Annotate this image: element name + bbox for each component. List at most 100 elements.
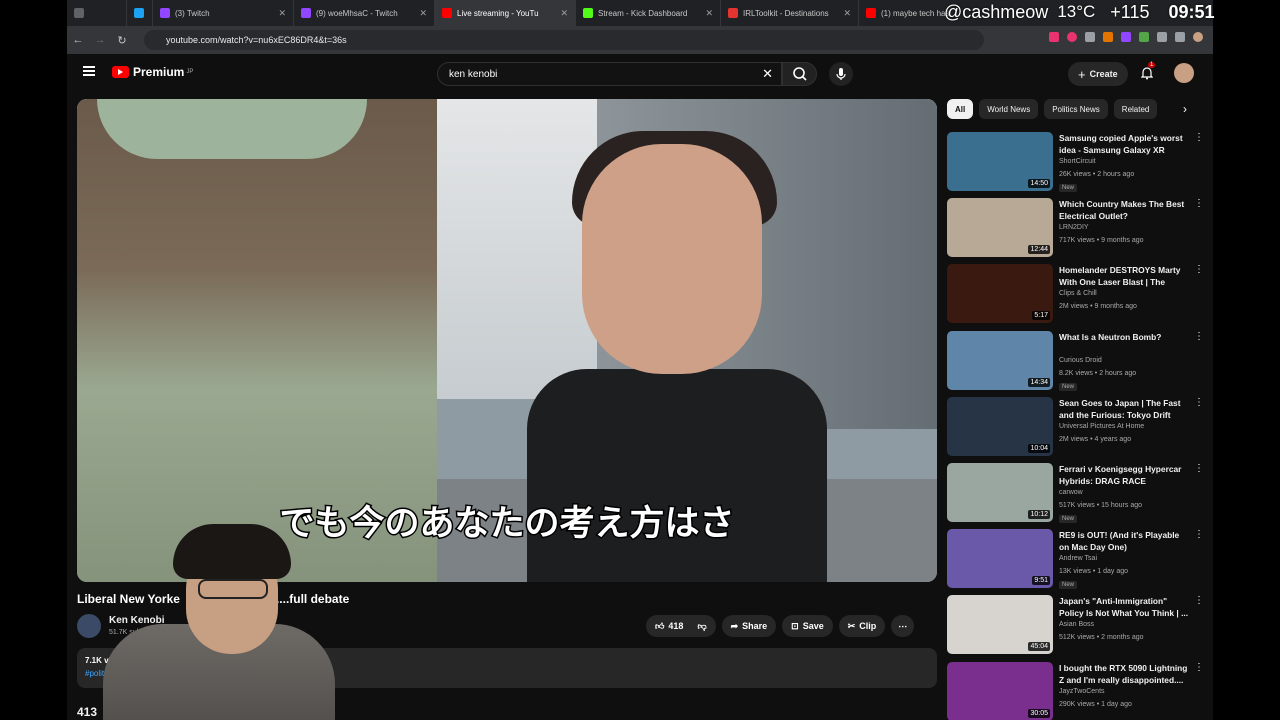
extension-icon[interactable] <box>1103 32 1113 42</box>
tab-5[interactable]: Stream - Kick Dashboard ✕ <box>576 0 721 26</box>
hamburger-menu-icon[interactable] <box>83 66 95 76</box>
more-options-icon[interactable]: ⋮ <box>1194 264 1204 275</box>
video-thumbnail[interactable]: 30:05 <box>947 661 1053 720</box>
account-avatar[interactable] <box>1174 63 1194 83</box>
recommendation-title[interactable]: I bought the RTX 5090 Lightning Z and I'… <box>1059 662 1189 686</box>
recommendation-channel[interactable]: carwow <box>1059 489 1083 496</box>
menu-icon[interactable] <box>1175 32 1185 42</box>
recommendation-channel[interactable]: Curious Droid <box>1059 357 1102 364</box>
more-options-icon[interactable]: ⋮ <box>1194 662 1204 673</box>
close-icon[interactable]: ✕ <box>705 8 713 19</box>
url-field[interactable]: youtube.com/watch?v=nu6xEC86DR4&t=36s <box>144 30 984 50</box>
recommendation-item[interactable]: 5:17 Homelander DESTROYS Marty With One L… <box>947 262 1207 328</box>
recommendation-title[interactable]: Which Country Makes The Best Electrical … <box>1059 198 1189 222</box>
video-thumbnail[interactable]: 12:44 <box>947 198 1053 258</box>
tab-1[interactable] <box>127 0 153 26</box>
recommendation-channel[interactable]: Andrew Tsai <box>1059 555 1097 562</box>
recommendation-channel[interactable]: Clips & Chill <box>1059 290 1097 297</box>
recommendation-title[interactable]: Samsung copied Apple's worst idea - Sams… <box>1059 132 1189 156</box>
recommendation-item[interactable]: 45:04 Japan's "Anti-Immigration" Policy I… <box>947 593 1207 659</box>
search-button[interactable] <box>782 62 817 86</box>
mute-icon[interactable]: ✕ <box>560 8 568 19</box>
more-options-icon[interactable]: ⋮ <box>1194 331 1204 342</box>
puzzle-icon[interactable] <box>1157 32 1167 42</box>
notifications-button[interactable]: 1 <box>1140 62 1156 80</box>
recommendation-channel[interactable]: LRN2DIY <box>1059 224 1089 231</box>
profile-icon[interactable] <box>1193 32 1203 42</box>
video-cap <box>97 99 367 159</box>
chip-related[interactable]: Related <box>1113 99 1158 119</box>
chevron-right-icon[interactable]: › <box>1183 102 1187 116</box>
create-button[interactable]: + Create <box>1068 62 1128 86</box>
extension-icon[interactable] <box>1049 32 1059 42</box>
video-thumbnail[interactable]: 10:12 <box>947 462 1053 522</box>
chip-politics-news[interactable]: Politics News <box>1044 99 1108 119</box>
close-icon[interactable]: ✕ <box>843 8 851 19</box>
recommendation-item[interactable]: 14:50 Samsung copied Apple's worst idea -… <box>947 130 1207 196</box>
share-icon: ➦ <box>730 620 739 631</box>
recommendation-title[interactable]: Ferrari v Koenigsegg Hypercar Hybrids: D… <box>1059 463 1189 487</box>
video-thumbnail[interactable]: 14:34 <box>947 330 1053 390</box>
chip-all[interactable]: All <box>947 99 974 119</box>
close-icon[interactable]: ✕ <box>278 8 286 19</box>
more-options-icon[interactable]: ⋮ <box>1194 463 1204 474</box>
recommendation-item[interactable]: 10:12 Ferrari v Koenigsegg Hypercar Hybri… <box>947 461 1207 527</box>
back-icon[interactable]: ← <box>67 34 89 46</box>
thumbs-down-icon[interactable]: 👎︎ <box>697 621 706 632</box>
more-actions-button[interactable]: ⋯ <box>891 615 915 637</box>
channel-avatar[interactable] <box>77 614 101 638</box>
video-player[interactable]: でも今のあなたの考え方はさ <box>77 99 937 582</box>
video-thumbnail[interactable]: 45:04 <box>947 595 1053 655</box>
address-bar: ← → ↻ youtube.com/watch?v=nu6xEC86DR4&t=… <box>67 26 1213 54</box>
share-button[interactable]: ➦ Share <box>721 615 777 637</box>
save-button[interactable]: ⊡ Save <box>782 615 833 637</box>
more-options-icon[interactable]: ⋮ <box>1194 198 1204 209</box>
recommendation-title[interactable]: Homelander DESTROYS Marty With One Laser… <box>1059 264 1189 288</box>
video-thumbnail[interactable]: 5:17 <box>947 264 1053 324</box>
recommendation-title[interactable]: RE9 is OUT! (And it's Playable on Mac Da… <box>1059 529 1189 553</box>
extension-icon[interactable] <box>1121 32 1131 42</box>
clear-search-icon[interactable]: ✕ <box>762 66 773 82</box>
recommendation-channel[interactable]: Asian Boss <box>1059 621 1094 628</box>
more-options-icon[interactable]: ⋮ <box>1194 132 1204 143</box>
extension-icon[interactable] <box>1139 32 1149 42</box>
video-thumbnail[interactable]: 9:51 <box>947 529 1053 589</box>
video-thumbnail[interactable]: 10:04 <box>947 396 1053 456</box>
like-button[interactable]: 👍︎ 418 👎︎ <box>646 615 716 637</box>
recommendation-title[interactable]: Sean Goes to Japan | The Fast and the Fu… <box>1059 397 1189 421</box>
bell-icon <box>1140 67 1154 80</box>
recommendation-meta: 290K views • 1 day ago <box>1059 700 1132 708</box>
tab-4[interactable]: Live streaming - YouTu ✕ <box>435 0 576 26</box>
close-icon[interactable]: ✕ <box>419 8 427 19</box>
more-options-icon[interactable]: ⋮ <box>1194 397 1204 408</box>
more-options-icon[interactable]: ⋮ <box>1194 529 1204 540</box>
extension-icon[interactable] <box>1085 32 1095 42</box>
recommendation-item[interactable]: 10:04 Sean Goes to Japan | The Fast and t… <box>947 395 1207 461</box>
tab-favicon <box>74 8 84 18</box>
more-options-icon[interactable]: ⋮ <box>1194 595 1204 606</box>
tab-6[interactable]: IRLToolkit - Destinations ✕ <box>721 0 859 26</box>
extension-icon[interactable] <box>1067 32 1077 42</box>
forward-icon[interactable]: → <box>89 34 111 46</box>
voice-search-button[interactable] <box>829 62 853 86</box>
tab-2[interactable]: (3) Twitch ✕ <box>153 0 294 26</box>
video-thumbnail[interactable]: 14:50 <box>947 132 1053 191</box>
recommendation-item[interactable]: 14:34 What Is a Neutron Bomb? Curious Droi… <box>947 329 1207 395</box>
recommendation-title[interactable]: Japan's "Anti-Immigration" Policy Is Not… <box>1059 595 1189 619</box>
youtube-premium-logo[interactable]: Premium JP <box>112 65 193 79</box>
recommendation-item[interactable]: 12:44 Which Country Makes The Best Electr… <box>947 196 1207 262</box>
search-input[interactable]: ken kenobi ✕ <box>437 62 782 86</box>
chip-world-news[interactable]: World News <box>979 99 1039 119</box>
recommendation-item[interactable]: 9:51 RE9 is OUT! (And it's Playable on Ma… <box>947 527 1207 593</box>
comments-count: 413 <box>77 705 98 719</box>
tab-0[interactable] <box>67 0 127 26</box>
recommendation-channel[interactable]: ShortCircuit <box>1059 158 1096 165</box>
clip-button[interactable]: ✂ Clip <box>838 615 886 637</box>
recommendation-item[interactable]: 30:05 I bought the RTX 5090 Lightning Z a… <box>947 660 1207 720</box>
recommendation-channel[interactable]: Universal Pictures At Home <box>1059 423 1144 430</box>
recommendation-title[interactable]: What Is a Neutron Bomb? <box>1059 331 1189 343</box>
reload-icon[interactable]: ↻ <box>111 34 133 47</box>
tab-3[interactable]: (9) woeMhsaC - Twitch ✕ <box>294 0 435 26</box>
recommendation-channel[interactable]: JayzTwoCents <box>1059 688 1105 695</box>
tab-label: IRLToolkit - Destinations <box>743 8 829 18</box>
